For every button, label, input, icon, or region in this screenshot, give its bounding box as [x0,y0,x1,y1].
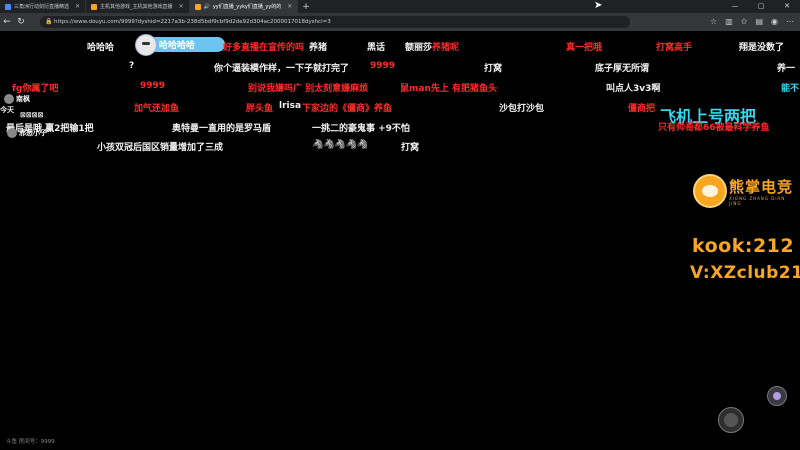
danmaku-item: 小孩双冠后国区销量增加了三成 [97,143,224,153]
room-info: 斗鱼 房间号：9999 [6,439,55,445]
danmaku-item: 下家边的《僵商》养鱼 [302,104,393,114]
avatar-icon [135,34,157,56]
wechat-contact: V:XZclub212 [690,263,800,283]
url-input[interactable]: 🔒 https://www.douyu.com/9999?dyshid=2217… [40,16,630,28]
refresh-icon[interactable]: ↻ [14,17,28,27]
danmaku-item: ? [129,61,135,71]
joystick-icon[interactable] [718,407,744,433]
split-screen-icon[interactable]: ▥ [725,16,733,28]
danmaku-item: 叫点人3v3啊 [606,84,661,94]
danmaku-item: fg你属了吧 [12,84,59,94]
minimize-button[interactable]: — [722,0,748,13]
vip-danmaku-pill: 哈哈哈哈 [135,34,225,56]
danmaku-item: 哈哈哈哈 [159,41,196,51]
danmaku-item: 真一把哦 [566,43,603,53]
danmaku-item: 今天 [0,106,14,114]
danmaku-item: ⊠⊠⊠⊠ [20,111,44,119]
collections-icon[interactable]: ▤ [755,16,763,28]
danmaku-item: 好多直播在宣传的吗 [223,43,305,53]
tab-title: 三角洲行动剑衍直播精选 [14,4,70,10]
speaker-icon[interactable]: 🔊 [204,4,210,10]
video-player[interactable]: ➤ 哈哈哈 哈哈哈哈 好多直播在宣传的吗 养猪 黑话 额丽莎 养猪呢 真一把哦 … [0,0,800,450]
danmaku-item: 🦓🦓🦓🦓🦓 [312,140,369,150]
browser-tab-bar: 三角洲行动剑衍直播精选 ✕ 主机其他游戏_主机其他游戏直播 ✕ 🔊 yy们直播_… [0,0,800,13]
browser-tab-1[interactable]: 三角洲行动剑衍直播精选 ✕ [0,0,87,13]
danmaku-item: 额丽莎 [405,43,433,53]
tab-favicon-icon [5,3,11,10]
danmaku-item: 一挑二的豪鬼事 +9不怕 [312,124,410,134]
danmaku-item: 打窝高手 [656,43,693,53]
brand-logo: 熊掌电竞 XIONG ZHANG DIAN JING [693,174,797,224]
tab-title: 主机其他游戏_主机其他游戏直播 [100,4,173,10]
avatar [4,94,14,104]
overlay-banner: 只有帅哥都66被最科学养鱼 [658,123,770,133]
danmaku-item: 黑话 [367,43,386,53]
brand-name: 熊掌电竞 [729,178,794,196]
close-tab-icon[interactable]: ✕ [179,3,184,10]
danmaku-item: 沙包打沙包 [499,104,545,114]
danmaku-item: 邪恶小子 [19,129,47,137]
favorites-icon[interactable]: ✩ [741,16,748,28]
close-tab-icon[interactable]: ✕ [75,3,80,10]
danmaku-item: 养猪 [309,43,328,53]
danmaku-item: lrisa [279,101,302,111]
danmaku-item: 胖头鱼 [246,104,274,114]
brand-subtitle: XIONG ZHANG DIAN JING [729,196,786,206]
close-window-button[interactable]: ✕ [774,0,800,13]
danmaku-item: 养猪呢 [432,43,460,53]
star-icon[interactable]: ☆ [710,16,717,28]
address-bar-row: ← ↻ 🔒 https://www.douyu.com/9999?dyshid=… [0,13,800,31]
window-controls: — ▢ ✕ [722,0,800,13]
more-icon[interactable]: ⋯ [786,16,794,28]
tab-title: yy们直播_yyky们直播_yy的的 [212,4,282,10]
avatar [7,128,17,138]
url-text: https://www.douyu.com/9999?dyshid=2217a3… [54,19,331,25]
danmaku-item: 9999 [370,61,396,71]
tab-favicon-icon [91,3,98,10]
mouse-cursor-icon: ➤ [594,0,603,11]
danmaku-item: 别说我嫌吗广 别太刻意嫌麻烦 [248,84,369,94]
browser-toolbar: ☆ ▥ ✩ ▤ ◉ ⋯ [710,16,794,28]
new-tab-button[interactable]: + [302,2,310,12]
danmaku-item: 打窝 [401,143,420,153]
danmaku-item: 奥特曼一直用的是罗马盾 [172,124,272,134]
kook-contact: kook:212 [692,235,795,257]
danmaku-item: 哈哈哈 [87,43,115,53]
back-icon[interactable]: ← [0,17,14,27]
browser-tab-2[interactable]: 主机其他游戏_主机其他游戏直播 ✕ [86,0,190,13]
danmaku-item: 底子厚无所谓 [595,64,650,74]
bear-paw-icon [693,174,727,208]
danmaku-item: 鼠man先上 有肥猪鱼头 [400,84,497,94]
maximize-button[interactable]: ▢ [748,0,774,13]
browser-tab-3[interactable]: 🔊 yy们直播_yyky们直播_yy的的 ✕ [189,0,299,13]
danmaku-item: 9999 [140,81,166,91]
danmaku-item: 南枫 [16,95,30,103]
profile-icon[interactable]: ◉ [771,16,778,28]
danmaku-item: 你个逼装模作样，一下子就打完了 [214,64,350,74]
danmaku-item: 打窝 [484,64,503,74]
danmaku-item: 僵商把 [628,104,656,114]
danmaku-item: 加气还加鱼 [134,104,180,114]
close-tab-icon[interactable]: ✕ [287,3,292,10]
danmaku-item: 能不 [781,84,800,94]
danmaku-item: 翔是没数了 [739,43,785,53]
tab-favicon-icon [194,3,201,10]
floating-ball-icon[interactable] [767,386,787,406]
lock-icon: 🔒 [45,18,53,25]
danmaku-item: 养一 [777,64,796,74]
